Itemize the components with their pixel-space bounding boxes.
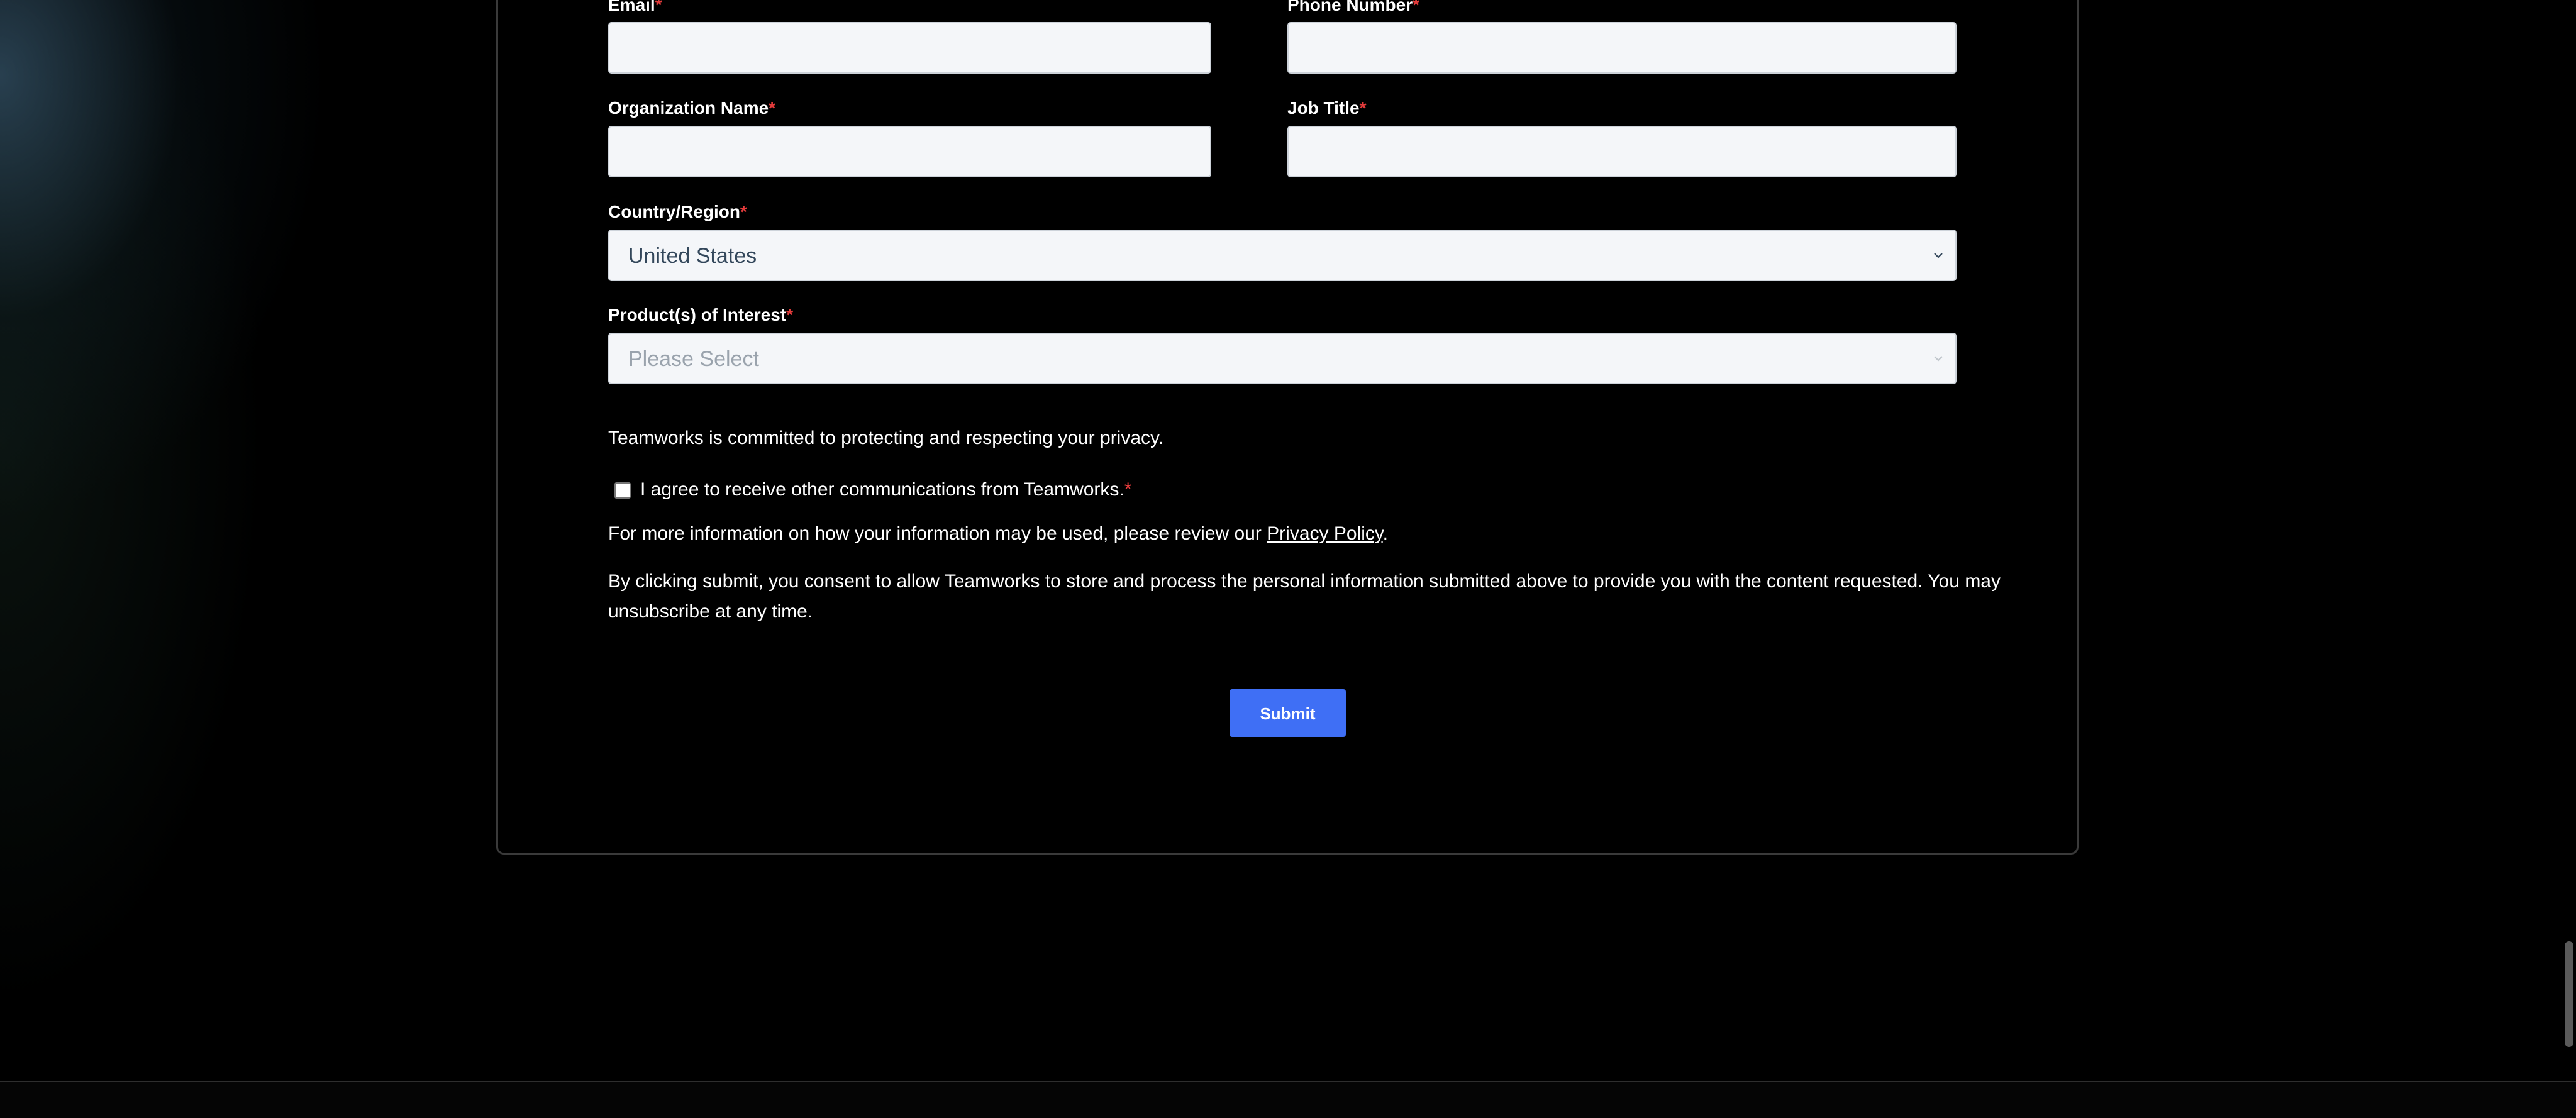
- consent-checkbox[interactable]: [614, 482, 631, 499]
- required-marker: *: [655, 0, 662, 14]
- consent-paragraph-line-1: By clicking submit, you consent to allow…: [608, 571, 2001, 592]
- job-title-input[interactable]: [1287, 126, 1957, 177]
- more-info-text: For more information on how your informa…: [608, 523, 1388, 544]
- required-marker: *: [1124, 479, 1132, 500]
- consent-paragraph-line-2: unsubscribe at any time.: [608, 601, 813, 622]
- scrollbar-thumb[interactable]: [2565, 941, 2573, 1047]
- organization-input[interactable]: [608, 126, 1211, 177]
- required-marker: *: [1359, 98, 1367, 118]
- required-marker: *: [786, 305, 794, 324]
- email-input[interactable]: [608, 22, 1211, 74]
- required-marker: *: [740, 202, 747, 221]
- phone-label: Phone Number*: [1287, 0, 1419, 15]
- email-label: Email*: [608, 0, 662, 15]
- product-interest-select[interactable]: Please Select: [608, 333, 1957, 384]
- product-interest-placeholder: Please Select: [628, 347, 759, 371]
- chevron-down-icon: [1934, 253, 1943, 258]
- country-label: Country/Region*: [608, 202, 747, 221]
- phone-input[interactable]: [1287, 22, 1957, 74]
- organization-label: Organization Name*: [608, 98, 776, 118]
- privacy-policy-link[interactable]: Privacy Policy: [1267, 523, 1382, 544]
- chevron-down-icon: [1934, 356, 1943, 362]
- footer-bar: [0, 1082, 2576, 1118]
- product-interest-label: Product(s) of Interest*: [608, 305, 794, 324]
- country-select[interactable]: United States: [608, 230, 1957, 281]
- required-marker: *: [769, 98, 776, 118]
- background-glow: [0, 0, 566, 1082]
- job-title-label: Job Title*: [1287, 98, 1367, 118]
- required-marker: *: [1413, 0, 1420, 14]
- privacy-commitment-text: Teamworks is committed to protecting and…: [608, 428, 1164, 448]
- submit-button[interactable]: Submit: [1230, 689, 1346, 737]
- country-select-value: United States: [628, 244, 757, 268]
- consent-checkbox-label[interactable]: I agree to receive other communications …: [640, 479, 1131, 501]
